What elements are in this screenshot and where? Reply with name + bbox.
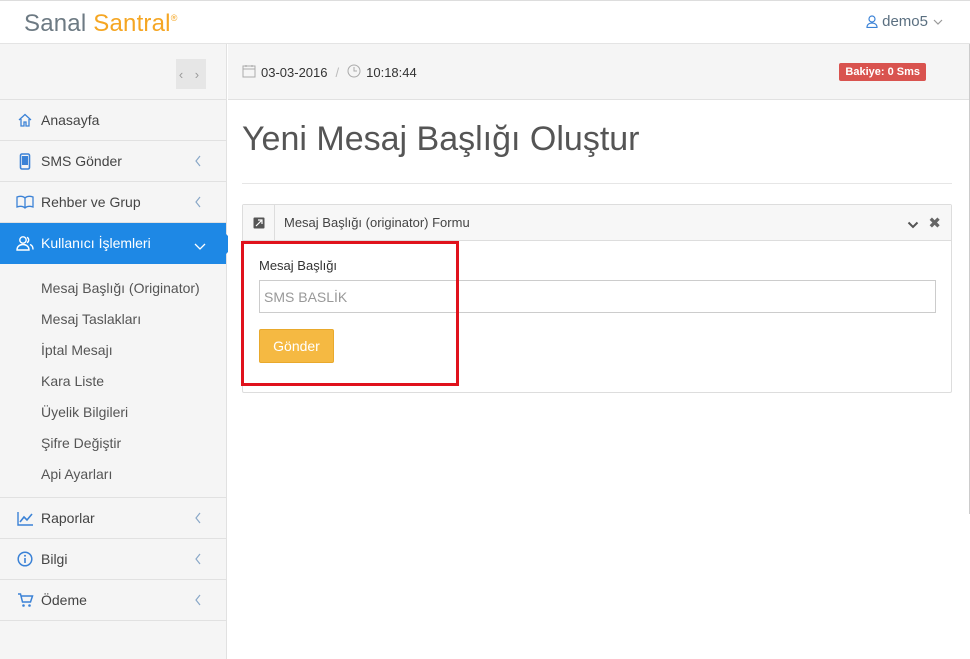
chevron-left-icon bbox=[194, 552, 202, 568]
submenu-item-originator[interactable]: Mesaj Başlığı (Originator) bbox=[0, 272, 226, 303]
cart-icon bbox=[16, 591, 34, 609]
sidebar-toggle-button[interactable]: ‹ › bbox=[176, 59, 206, 89]
chevron-left-icon bbox=[194, 593, 202, 609]
chart-icon bbox=[16, 509, 34, 527]
home-icon bbox=[16, 111, 34, 129]
panel-header: Mesaj Başlığı (originator) Formu ✖ bbox=[243, 204, 951, 241]
users-icon bbox=[16, 234, 34, 252]
current-time: 10:18:44 bbox=[366, 65, 417, 80]
divider bbox=[242, 183, 952, 184]
originator-form-panel: Mesaj Başlığı (originator) Formu ✖ Mesaj… bbox=[242, 204, 952, 393]
submenu-item-uyelik[interactable]: Üyelik Bilgileri bbox=[0, 396, 226, 427]
sidebar: ‹ › Anasayfa SMS Gönder Rehber ve Grup K… bbox=[0, 44, 236, 659]
page-title: Yeni Mesaj Başlığı Oluştur bbox=[242, 120, 640, 158]
submenu-item-kara-liste[interactable]: Kara Liste bbox=[0, 365, 226, 396]
chevron-left-icon bbox=[194, 154, 202, 170]
sidebar-item-rehber[interactable]: Rehber ve Grup bbox=[0, 182, 226, 223]
username: demo5 bbox=[882, 13, 928, 30]
book-icon bbox=[16, 193, 34, 211]
main-content: 03-03-2016 / 10:18:44 Bakiye: 0 Sms Yeni… bbox=[228, 44, 970, 659]
submenu-item-taslaklar[interactable]: Mesaj Taslakları bbox=[0, 303, 226, 334]
sidebar-item-anasayfa[interactable]: Anasayfa bbox=[0, 100, 226, 141]
clock-icon bbox=[347, 64, 366, 81]
submenu-item-iptal[interactable]: İptal Mesajı bbox=[0, 334, 226, 365]
current-date: 03-03-2016 bbox=[261, 65, 328, 80]
sidebar-item-label: Rehber ve Grup bbox=[41, 194, 141, 210]
collapse-chevron-icon[interactable] bbox=[907, 217, 919, 235]
expand-icon[interactable] bbox=[243, 204, 275, 241]
submenu-kullanici-islemleri: Mesaj Başlığı (Originator) Mesaj Taslakl… bbox=[0, 264, 226, 498]
send-button[interactable]: Gönder bbox=[259, 329, 334, 363]
submenu-item-sifre[interactable]: Şifre Değiştir bbox=[0, 427, 226, 458]
sidebar-item-label: Kullanıcı İşlemleri bbox=[41, 235, 151, 251]
brand-logo[interactable]: Sanal Santral® bbox=[24, 10, 178, 38]
datetime-display: 03-03-2016 / 10:18:44 bbox=[242, 64, 417, 81]
info-icon bbox=[16, 550, 34, 568]
info-bar: 03-03-2016 / 10:18:44 Bakiye: 0 Sms bbox=[228, 44, 970, 100]
chevron-left-icon bbox=[194, 511, 202, 527]
sidebar-toggle-area: ‹ › bbox=[0, 44, 226, 100]
registered-mark: ® bbox=[170, 13, 178, 23]
brand-name-part1: Sanal bbox=[24, 10, 87, 37]
sidebar-item-raporlar[interactable]: Raporlar bbox=[0, 498, 226, 539]
user-menu[interactable]: demo5 bbox=[866, 13, 944, 30]
panel-title: Mesaj Başlığı (originator) Formu bbox=[284, 215, 470, 230]
sidebar-item-kullanici-islemleri[interactable]: Kullanıcı İşlemleri bbox=[0, 223, 236, 264]
sidebar-item-label: SMS Gönder bbox=[41, 153, 122, 169]
mobile-icon bbox=[16, 152, 34, 170]
user-icon bbox=[866, 15, 878, 28]
sidebar-item-sms-gonder[interactable]: SMS Gönder bbox=[0, 141, 226, 182]
chevron-down-icon bbox=[932, 18, 944, 26]
sidebar-item-label: Ödeme bbox=[41, 592, 87, 608]
chevron-down-icon bbox=[194, 238, 206, 254]
calendar-icon bbox=[242, 64, 261, 81]
top-header: Sanal Santral® demo5 bbox=[0, 0, 970, 44]
submenu-item-api[interactable]: Api Ayarları bbox=[0, 458, 226, 489]
sidebar-item-bilgi[interactable]: Bilgi bbox=[0, 539, 226, 580]
sidebar-item-label: Raporlar bbox=[41, 510, 95, 526]
sidebar-item-odeme[interactable]: Ödeme bbox=[0, 580, 226, 621]
sidebar-item-label: Bilgi bbox=[41, 551, 68, 567]
sms-title-input[interactable] bbox=[259, 280, 936, 313]
field-label-mesaj-basligi: Mesaj Başlığı bbox=[259, 258, 338, 273]
chevron-left-icon bbox=[194, 195, 202, 211]
sidebar-item-label: Anasayfa bbox=[41, 112, 100, 128]
balance-badge: Bakiye: 0 Sms bbox=[839, 63, 926, 81]
datetime-separator: / bbox=[335, 65, 340, 80]
brand-name-part2: Santral bbox=[93, 10, 171, 37]
close-icon[interactable]: ✖ bbox=[928, 214, 941, 232]
